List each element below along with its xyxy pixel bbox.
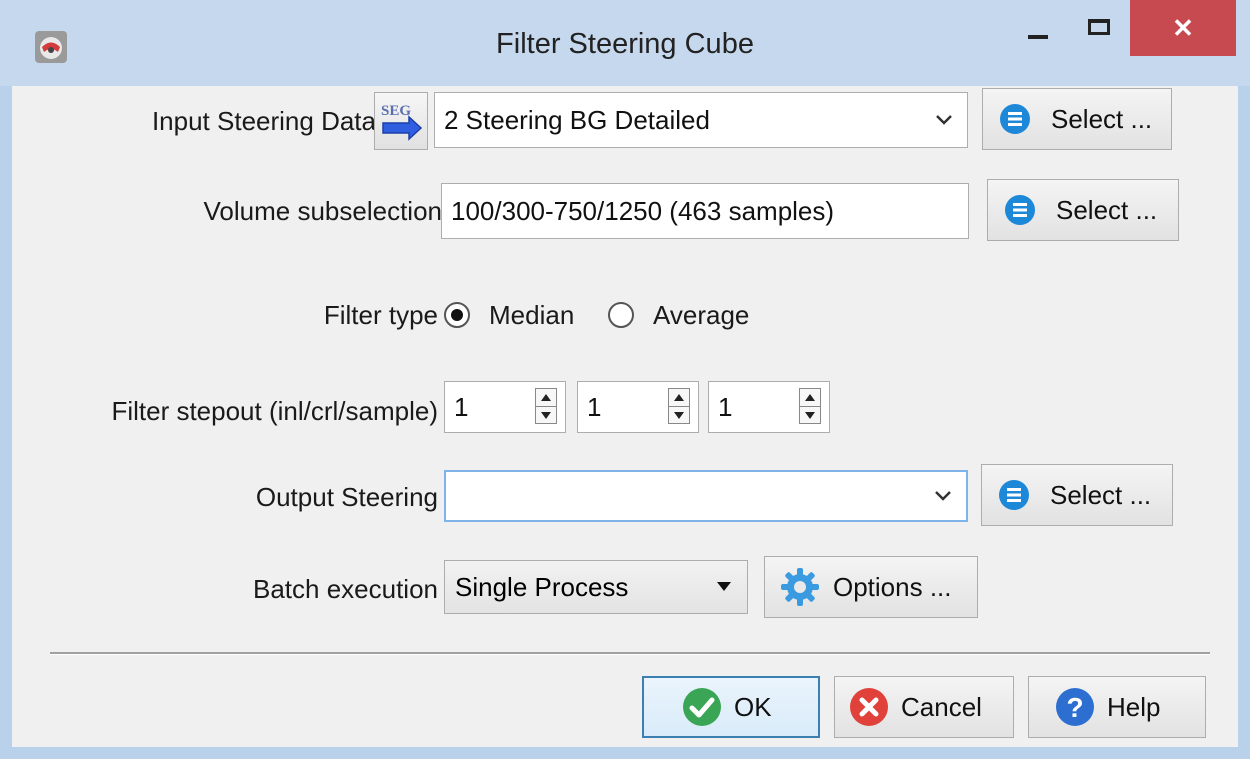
chevron-down-icon — [935, 491, 951, 501]
output-steering-combo[interactable] — [444, 470, 968, 522]
spin-up-icon[interactable] — [536, 389, 556, 406]
input-steering-combo[interactable]: 2 Steering BG Detailed — [434, 92, 968, 148]
dialog-body: Input Steering Data SEG 2 Steering BG De… — [12, 86, 1238, 747]
spin-down-icon[interactable] — [536, 406, 556, 424]
stepout-inline-value: 1 — [454, 391, 469, 422]
dialog-window: Filter Steering Cube ✕ Input Steering Da… — [0, 0, 1250, 759]
spin-up-icon[interactable] — [669, 389, 689, 406]
dropdown-arrow-icon — [717, 582, 731, 591]
help-question-icon: ? — [1056, 688, 1094, 726]
ok-label: OK — [734, 691, 772, 722]
filter-stepout-label: Filter stepout (inl/crl/sample) — [111, 396, 438, 426]
minimize-button[interactable] — [1010, 0, 1066, 54]
seg-input-icon[interactable]: SEG — [374, 92, 428, 150]
list-icon — [1000, 104, 1030, 134]
spin-down-icon[interactable] — [669, 406, 689, 424]
checkmark-icon — [683, 688, 721, 726]
select-label: Select ... — [1056, 194, 1158, 225]
stepout-crossline-spinbox[interactable]: 1 — [577, 381, 699, 433]
volume-subselection-value: 100/300-750/1250 (463 samples) — [451, 195, 835, 226]
options-label: Options ... — [833, 571, 952, 602]
spinbox-arrows[interactable] — [535, 388, 557, 424]
help-button[interactable]: ? Help — [1028, 676, 1206, 738]
seg-arrow-icon: SEG — [381, 103, 423, 141]
input-steering-value: 2 Steering BG Detailed — [444, 104, 710, 135]
close-button[interactable]: ✕ — [1130, 0, 1236, 56]
close-icon: ✕ — [1172, 12, 1194, 43]
select-label: Select ... — [1051, 103, 1153, 134]
select-label: Select ... — [1050, 479, 1152, 510]
stepout-sample-value: 1 — [718, 391, 733, 422]
maximize-button[interactable] — [1068, 0, 1130, 54]
output-steering-select-button[interactable]: Select ... — [981, 464, 1173, 526]
batch-execution-label: Batch execution — [252, 574, 438, 604]
ok-button[interactable]: OK — [642, 676, 820, 738]
cancel-button[interactable]: Cancel — [834, 676, 1014, 738]
minimize-icon — [1028, 35, 1048, 39]
options-button[interactable]: Options ... — [764, 556, 978, 618]
input-steering-label: Input Steering Data — [151, 106, 376, 136]
average-radio[interactable] — [608, 302, 634, 328]
spinbox-arrows[interactable] — [799, 388, 821, 424]
radio-selected-dot — [451, 309, 463, 321]
filter-type-label: Filter type — [323, 300, 438, 330]
chevron-down-icon — [936, 115, 952, 125]
volume-subselection-field[interactable]: 100/300-750/1250 (463 samples) — [441, 183, 969, 239]
volume-subselection-label: Volume subselection — [203, 196, 442, 226]
list-icon — [1005, 195, 1035, 225]
maximize-icon — [1088, 19, 1110, 35]
spin-up-icon[interactable] — [800, 389, 820, 406]
svg-text:SEG: SEG — [381, 103, 411, 119]
average-radio-label[interactable]: Average — [653, 300, 749, 331]
cancel-label: Cancel — [901, 691, 982, 722]
median-radio[interactable] — [444, 302, 470, 328]
list-icon — [999, 480, 1029, 510]
help-label: Help — [1107, 691, 1161, 722]
spinbox-arrows[interactable] — [668, 388, 690, 424]
svg-text:?: ? — [1066, 692, 1083, 723]
separator-line — [50, 652, 1210, 655]
input-steering-select-button[interactable]: Select ... — [982, 88, 1172, 150]
title-bar[interactable]: Filter Steering Cube ✕ — [0, 0, 1250, 86]
gear-icon — [781, 568, 819, 606]
median-radio-label[interactable]: Median — [489, 300, 574, 331]
stepout-inline-spinbox[interactable]: 1 — [444, 381, 566, 433]
spin-down-icon[interactable] — [800, 406, 820, 424]
cancel-x-icon — [850, 688, 888, 726]
batch-execution-combo[interactable]: Single Process — [444, 560, 748, 614]
batch-execution-value: Single Process — [455, 571, 629, 602]
stepout-crossline-value: 1 — [587, 391, 602, 422]
output-steering-label: Output Steering — [255, 482, 438, 512]
stepout-sample-spinbox[interactable]: 1 — [708, 381, 830, 433]
volume-select-button[interactable]: Select ... — [987, 179, 1179, 241]
